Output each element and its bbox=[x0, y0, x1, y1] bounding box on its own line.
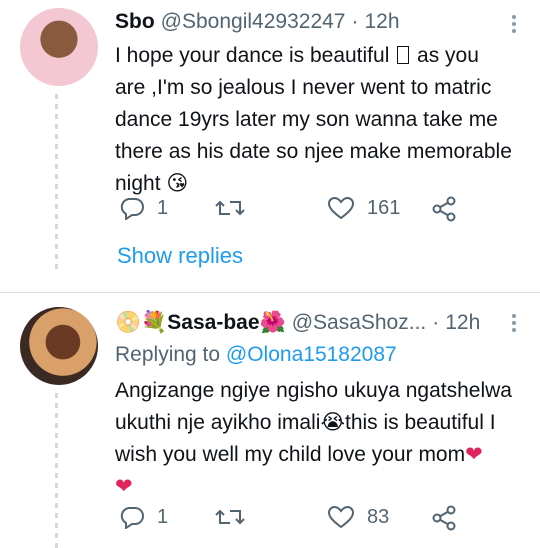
like-button[interactable]: 161 bbox=[327, 196, 400, 220]
separator: · bbox=[351, 10, 359, 33]
display-name[interactable]: Sasa-bae bbox=[167, 311, 259, 335]
reply-count: 1 bbox=[157, 196, 169, 219]
timestamp[interactable]: 12h bbox=[445, 311, 480, 335]
like-button[interactable]: 83 bbox=[327, 505, 389, 529]
more-icon[interactable] bbox=[510, 12, 518, 36]
replying-label: Replying to bbox=[115, 343, 221, 366]
like-icon bbox=[327, 505, 355, 529]
thread-line bbox=[55, 393, 58, 548]
reply-icon bbox=[120, 507, 144, 529]
share-icon bbox=[432, 196, 456, 222]
tweet-header: Sbo @Sbongil42932247 · 12h bbox=[115, 10, 400, 34]
retweet-icon bbox=[215, 200, 245, 216]
separator: · bbox=[432, 311, 440, 334]
like-count: 83 bbox=[367, 505, 390, 528]
reply-button[interactable]: 1 bbox=[119, 505, 168, 529]
like-icon bbox=[327, 196, 355, 220]
tweet-2[interactable]: 📀💐 Sasa-bae 🌺 @SasaShoz... · 12h Replyin… bbox=[0, 293, 540, 548]
timestamp[interactable]: 12h bbox=[364, 10, 399, 34]
reply-icon bbox=[120, 198, 144, 220]
retweet-button[interactable] bbox=[215, 196, 257, 220]
replying-mention-link[interactable]: @Olona15182087 bbox=[226, 343, 397, 366]
user-handle[interactable]: @SasaShoz... bbox=[292, 311, 427, 335]
name-prefix-emoji: 📀💐 bbox=[115, 311, 168, 334]
tweet-text: I hope your dance is beautiful as you ar… bbox=[115, 40, 515, 200]
tweet-actions: 1 161 bbox=[115, 196, 475, 226]
show-replies-link[interactable]: Show replies bbox=[117, 243, 243, 269]
user-handle[interactable]: @Sbongil42932247 bbox=[161, 10, 346, 34]
missing-glyph-icon bbox=[397, 46, 410, 64]
tweet-text-part: I hope your dance is beautiful bbox=[115, 44, 390, 67]
tweet-actions: 1 83 bbox=[115, 505, 475, 535]
tweet-1[interactable]: Sbo @Sbongil42932247 · 12h I hope your d… bbox=[0, 0, 540, 292]
heart-emoji-icon: ❤ bbox=[115, 475, 133, 498]
thread-line bbox=[55, 94, 58, 274]
avatar[interactable] bbox=[20, 8, 98, 86]
avatar[interactable] bbox=[20, 307, 98, 385]
replying-to: Replying to @Olona15182087 bbox=[115, 343, 397, 367]
name-suffix-emoji: 🌺 bbox=[259, 311, 286, 334]
tweet-text: Angizange ngiye ngisho ukuya ngatshelwa … bbox=[115, 375, 515, 503]
share-button[interactable] bbox=[431, 505, 457, 531]
more-icon[interactable] bbox=[510, 311, 518, 335]
display-name[interactable]: Sbo bbox=[115, 10, 155, 34]
kiss-emoji-icon: 😘 bbox=[166, 172, 189, 195]
reply-button[interactable]: 1 bbox=[119, 196, 168, 220]
retweet-button[interactable] bbox=[215, 505, 257, 529]
tweet-header: 📀💐 Sasa-bae 🌺 @SasaShoz... · 12h bbox=[115, 311, 480, 335]
share-icon bbox=[432, 505, 456, 531]
crying-emoji-icon: 😭 bbox=[320, 411, 345, 434]
heart-emoji-icon: ❤ bbox=[465, 443, 483, 466]
like-count: 161 bbox=[367, 196, 401, 219]
share-button[interactable] bbox=[431, 196, 457, 222]
reply-count: 1 bbox=[157, 505, 169, 528]
retweet-icon bbox=[215, 509, 245, 525]
